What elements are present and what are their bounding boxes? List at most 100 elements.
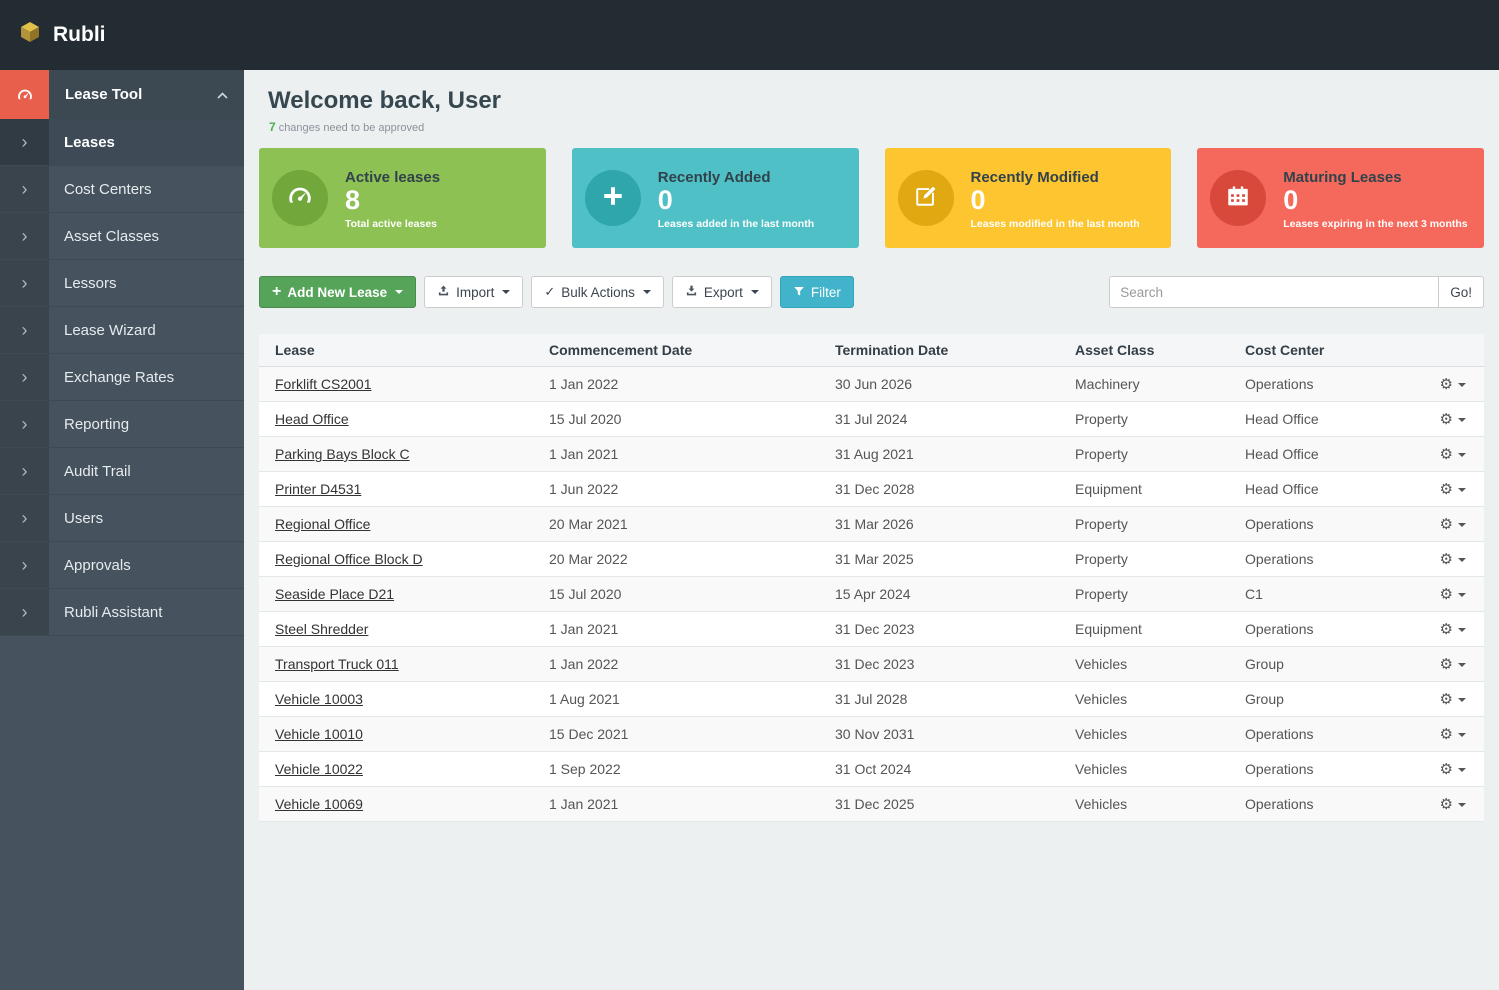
lease-link[interactable]: Regional Office — [275, 516, 370, 532]
sidebar-item-leases[interactable]: › Leases — [0, 119, 244, 166]
table-header-row: Lease Commencement Date Termination Date… — [259, 334, 1484, 367]
lease-link[interactable]: Head Office — [275, 411, 349, 427]
commencement-date-cell: 15 Jul 2020 — [541, 576, 827, 612]
sidebar-item-reporting[interactable]: › Reporting — [0, 401, 244, 448]
stat-card: Active leases 8 Total active leases — [259, 148, 546, 248]
cost-center-cell: Operations — [1237, 716, 1412, 752]
lease-link[interactable]: Forklift CS2001 — [275, 376, 371, 392]
row-actions-dropdown[interactable]: ⚙ — [1440, 622, 1466, 637]
sidebar-item-label: Audit Trail — [64, 462, 131, 480]
row-actions-dropdown[interactable]: ⚙ — [1440, 797, 1466, 812]
lease-table-body: Forklift CS2001 1 Jan 2022 30 Jun 2026 M… — [259, 366, 1484, 822]
column-header-actions — [1412, 334, 1484, 367]
sidebar-item-lease-wizard[interactable]: › Lease Wizard — [0, 307, 244, 354]
changes-count: 7 — [269, 120, 276, 134]
row-actions-dropdown[interactable]: ⚙ — [1440, 552, 1466, 567]
chevron-right-icon: › — [0, 354, 49, 400]
chevron-right-icon: › — [0, 213, 49, 259]
row-actions-dropdown[interactable]: ⚙ — [1440, 657, 1466, 672]
termination-date-cell: 31 Dec 2028 — [827, 471, 1067, 507]
asset-class-cell: Property — [1067, 401, 1237, 437]
lease-link[interactable]: Steel Shredder — [275, 621, 368, 637]
row-actions-dropdown[interactable]: ⚙ — [1440, 692, 1466, 707]
row-actions-dropdown[interactable]: ⚙ — [1440, 727, 1466, 742]
table-row: Vehicle 10022 1 Sep 2022 31 Oct 2024 Veh… — [259, 751, 1484, 787]
cost-center-cell: Operations — [1237, 786, 1412, 822]
row-actions-dropdown[interactable]: ⚙ — [1440, 517, 1466, 532]
row-actions-dropdown[interactable]: ⚙ — [1440, 412, 1466, 427]
import-button[interactable]: Import — [424, 276, 524, 308]
lease-link[interactable]: Regional Office Block D — [275, 551, 423, 567]
lease-link[interactable]: Seaside Place D21 — [275, 586, 394, 602]
table-row: Vehicle 10003 1 Aug 2021 31 Jul 2028 Veh… — [259, 681, 1484, 717]
cost-center-cell: Head Office — [1237, 471, 1412, 507]
gauge-icon — [0, 70, 49, 119]
gear-icon: ⚙ — [1439, 376, 1453, 393]
caret-down-icon — [1458, 417, 1466, 422]
termination-date-cell: 31 Jul 2024 — [827, 401, 1067, 437]
sidebar-item-exchange-rates[interactable]: › Exchange Rates — [0, 354, 244, 401]
search-input[interactable] — [1109, 276, 1440, 308]
add-new-lease-button[interactable]: + Add New Lease — [259, 276, 417, 308]
asset-class-cell: Vehicles — [1067, 681, 1237, 717]
row-actions-dropdown[interactable]: ⚙ — [1440, 762, 1466, 777]
stat-card-caption: Total active leases — [345, 217, 438, 230]
chevron-up-icon — [217, 86, 228, 103]
lease-link[interactable]: Vehicle 10010 — [275, 726, 363, 742]
row-actions-dropdown[interactable]: ⚙ — [1440, 377, 1466, 392]
row-actions-dropdown[interactable]: ⚙ — [1440, 587, 1466, 602]
lease-link[interactable]: Parking Bays Block C — [275, 446, 410, 462]
termination-date-cell: 31 Mar 2026 — [827, 506, 1067, 542]
sidebar: Lease Tool › Leases › Cost Centers › Ass… — [0, 70, 244, 990]
caret-down-icon — [1458, 487, 1466, 492]
sidebar-item-asset-classes[interactable]: › Asset Classes — [0, 213, 244, 260]
caret-down-icon — [750, 290, 759, 294]
gauge-icon — [286, 182, 314, 215]
filter-button[interactable]: Filter — [779, 276, 854, 308]
stat-card-title: Active leases — [345, 169, 441, 186]
sidebar-item-lessors[interactable]: › Lessors — [0, 260, 244, 307]
bulk-actions-button[interactable]: ✓ Bulk Actions — [531, 276, 664, 308]
cost-center-cell: Group — [1237, 646, 1412, 682]
table-row: Head Office 15 Jul 2020 31 Jul 2024 Prop… — [259, 401, 1484, 437]
stat-card-title: Recently Added — [657, 169, 771, 186]
sidebar-item-label: Lessors — [64, 274, 117, 292]
brand-link[interactable]: Rubli — [18, 20, 106, 50]
sidebar-header-lease-tool[interactable]: Lease Tool — [0, 70, 244, 119]
asset-class-cell: Vehicles — [1067, 786, 1237, 822]
lease-link[interactable]: Printer D4531 — [275, 481, 361, 497]
column-header-commencement-date: Commencement Date — [541, 334, 827, 367]
row-actions-dropdown[interactable]: ⚙ — [1440, 482, 1466, 497]
lease-link[interactable]: Transport Truck 011 — [275, 656, 399, 672]
sidebar-item-approvals[interactable]: › Approvals — [0, 542, 244, 589]
asset-class-cell: Vehicles — [1067, 716, 1237, 752]
search-go-button[interactable]: Go! — [1439, 276, 1484, 308]
filter-icon — [793, 285, 805, 300]
termination-date-cell: 30 Jun 2026 — [827, 366, 1067, 402]
changes-text: changes need to be approved — [278, 122, 425, 134]
row-actions-dropdown[interactable]: ⚙ — [1440, 447, 1466, 462]
commencement-date-cell: 1 Aug 2021 — [541, 681, 827, 717]
sidebar-item-audit-trail[interactable]: › Audit Trail — [0, 448, 244, 495]
chevron-right-icon: › — [0, 166, 49, 212]
caret-down-icon — [1458, 627, 1466, 632]
export-button[interactable]: Export — [671, 276, 772, 308]
sidebar-item-cost-centers[interactable]: › Cost Centers — [0, 166, 244, 213]
chevron-right-icon: › — [0, 260, 49, 306]
lease-link[interactable]: Vehicle 10003 — [275, 691, 363, 707]
termination-date-cell: 15 Apr 2024 — [827, 576, 1067, 612]
lease-link[interactable]: Vehicle 10069 — [275, 796, 363, 812]
cost-center-cell: Head Office — [1237, 401, 1412, 437]
cost-center-cell: Operations — [1237, 366, 1412, 402]
stat-icon-circle — [584, 170, 641, 226]
lease-link[interactable]: Vehicle 10022 — [275, 761, 363, 777]
gear-icon: ⚙ — [1439, 481, 1453, 498]
commencement-date-cell: 1 Jan 2022 — [541, 646, 827, 682]
sidebar-item-users[interactable]: › Users — [0, 495, 244, 542]
check-icon: ✓ — [544, 284, 556, 299]
chevron-right-icon: › — [0, 542, 49, 588]
commencement-date-cell: 1 Jan 2021 — [541, 611, 827, 647]
sidebar-item-label: Leases — [49, 119, 244, 165]
commencement-date-cell: 20 Mar 2021 — [541, 506, 827, 542]
sidebar-item-rubli-assistant[interactable]: › Rubli Assistant — [0, 589, 244, 636]
